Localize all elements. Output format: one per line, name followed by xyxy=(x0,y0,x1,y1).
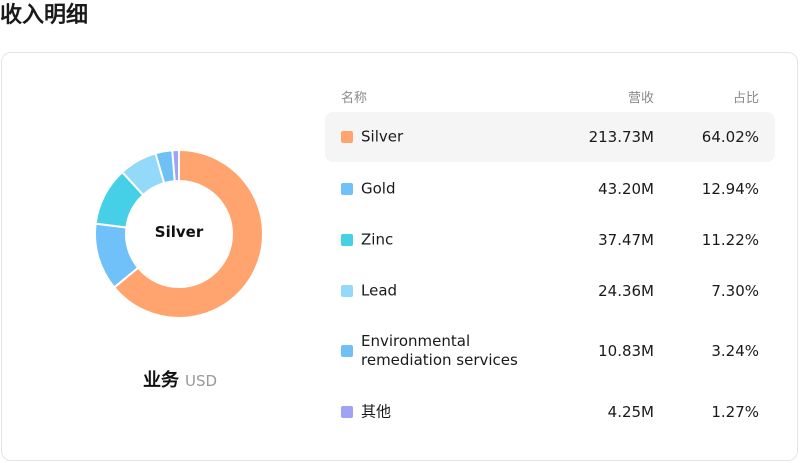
legend-swatch xyxy=(341,345,353,357)
legend-swatch xyxy=(341,284,353,297)
row-name: 其他 xyxy=(361,402,392,420)
row-revenue: 4.25M xyxy=(607,402,654,421)
row-percent: 11.22% xyxy=(701,230,759,249)
chart-caption: 业务 USD xyxy=(100,366,260,392)
row-percent: 3.24% xyxy=(711,342,759,360)
header-name: 名称 xyxy=(341,91,368,106)
legend-swatch xyxy=(341,233,353,246)
table-header: 名称 营收 占比 xyxy=(325,80,775,112)
header-revenue: 营收 xyxy=(627,91,654,106)
legend-swatch xyxy=(341,405,353,418)
row-percent: 64.02% xyxy=(701,128,759,146)
page-title: 收入明细 xyxy=(0,3,89,28)
legend-swatch xyxy=(341,131,353,143)
row-name: Lead xyxy=(361,281,398,299)
row-revenue: 24.36M xyxy=(598,281,654,300)
table-row[interactable]: Zinc 37.47M 11.22% xyxy=(325,214,775,265)
table-row[interactable]: Gold 43.20M 12.94% xyxy=(325,163,775,214)
row-revenue: 213.73M xyxy=(588,128,654,146)
table-row[interactable]: Lead 24.36M 7.30% xyxy=(325,265,775,316)
row-name: Gold xyxy=(361,179,396,197)
row-name: Silver xyxy=(361,127,404,146)
row-revenue: 43.20M xyxy=(598,179,654,198)
row-revenue: 10.83M xyxy=(598,342,654,360)
table-row[interactable]: Environmental remediation services 10.83… xyxy=(325,316,775,386)
caption-segment: 业务 xyxy=(142,370,179,391)
table-row[interactable]: Silver 213.73M 64.02% xyxy=(325,112,775,162)
row-percent: 1.27% xyxy=(711,402,759,421)
legend-swatch xyxy=(341,182,353,195)
caption-unit: USD xyxy=(184,372,218,390)
donut-chart: Silver xyxy=(93,143,265,325)
row-percent: 7.30% xyxy=(711,281,759,300)
row-name: Environmental remediation services xyxy=(361,332,518,369)
row-percent: 12.94% xyxy=(701,179,759,198)
row-name: Zinc xyxy=(361,230,394,248)
donut-center-label: Silver xyxy=(154,223,204,241)
header-percent: 占比 xyxy=(732,91,759,106)
table-row[interactable]: 其他 4.25M 1.27% xyxy=(325,386,775,437)
revenue-table: 名称 营收 占比 Silver 213.73M 64.02% Gold 43.2… xyxy=(325,80,775,437)
row-revenue: 37.47M xyxy=(598,230,654,249)
